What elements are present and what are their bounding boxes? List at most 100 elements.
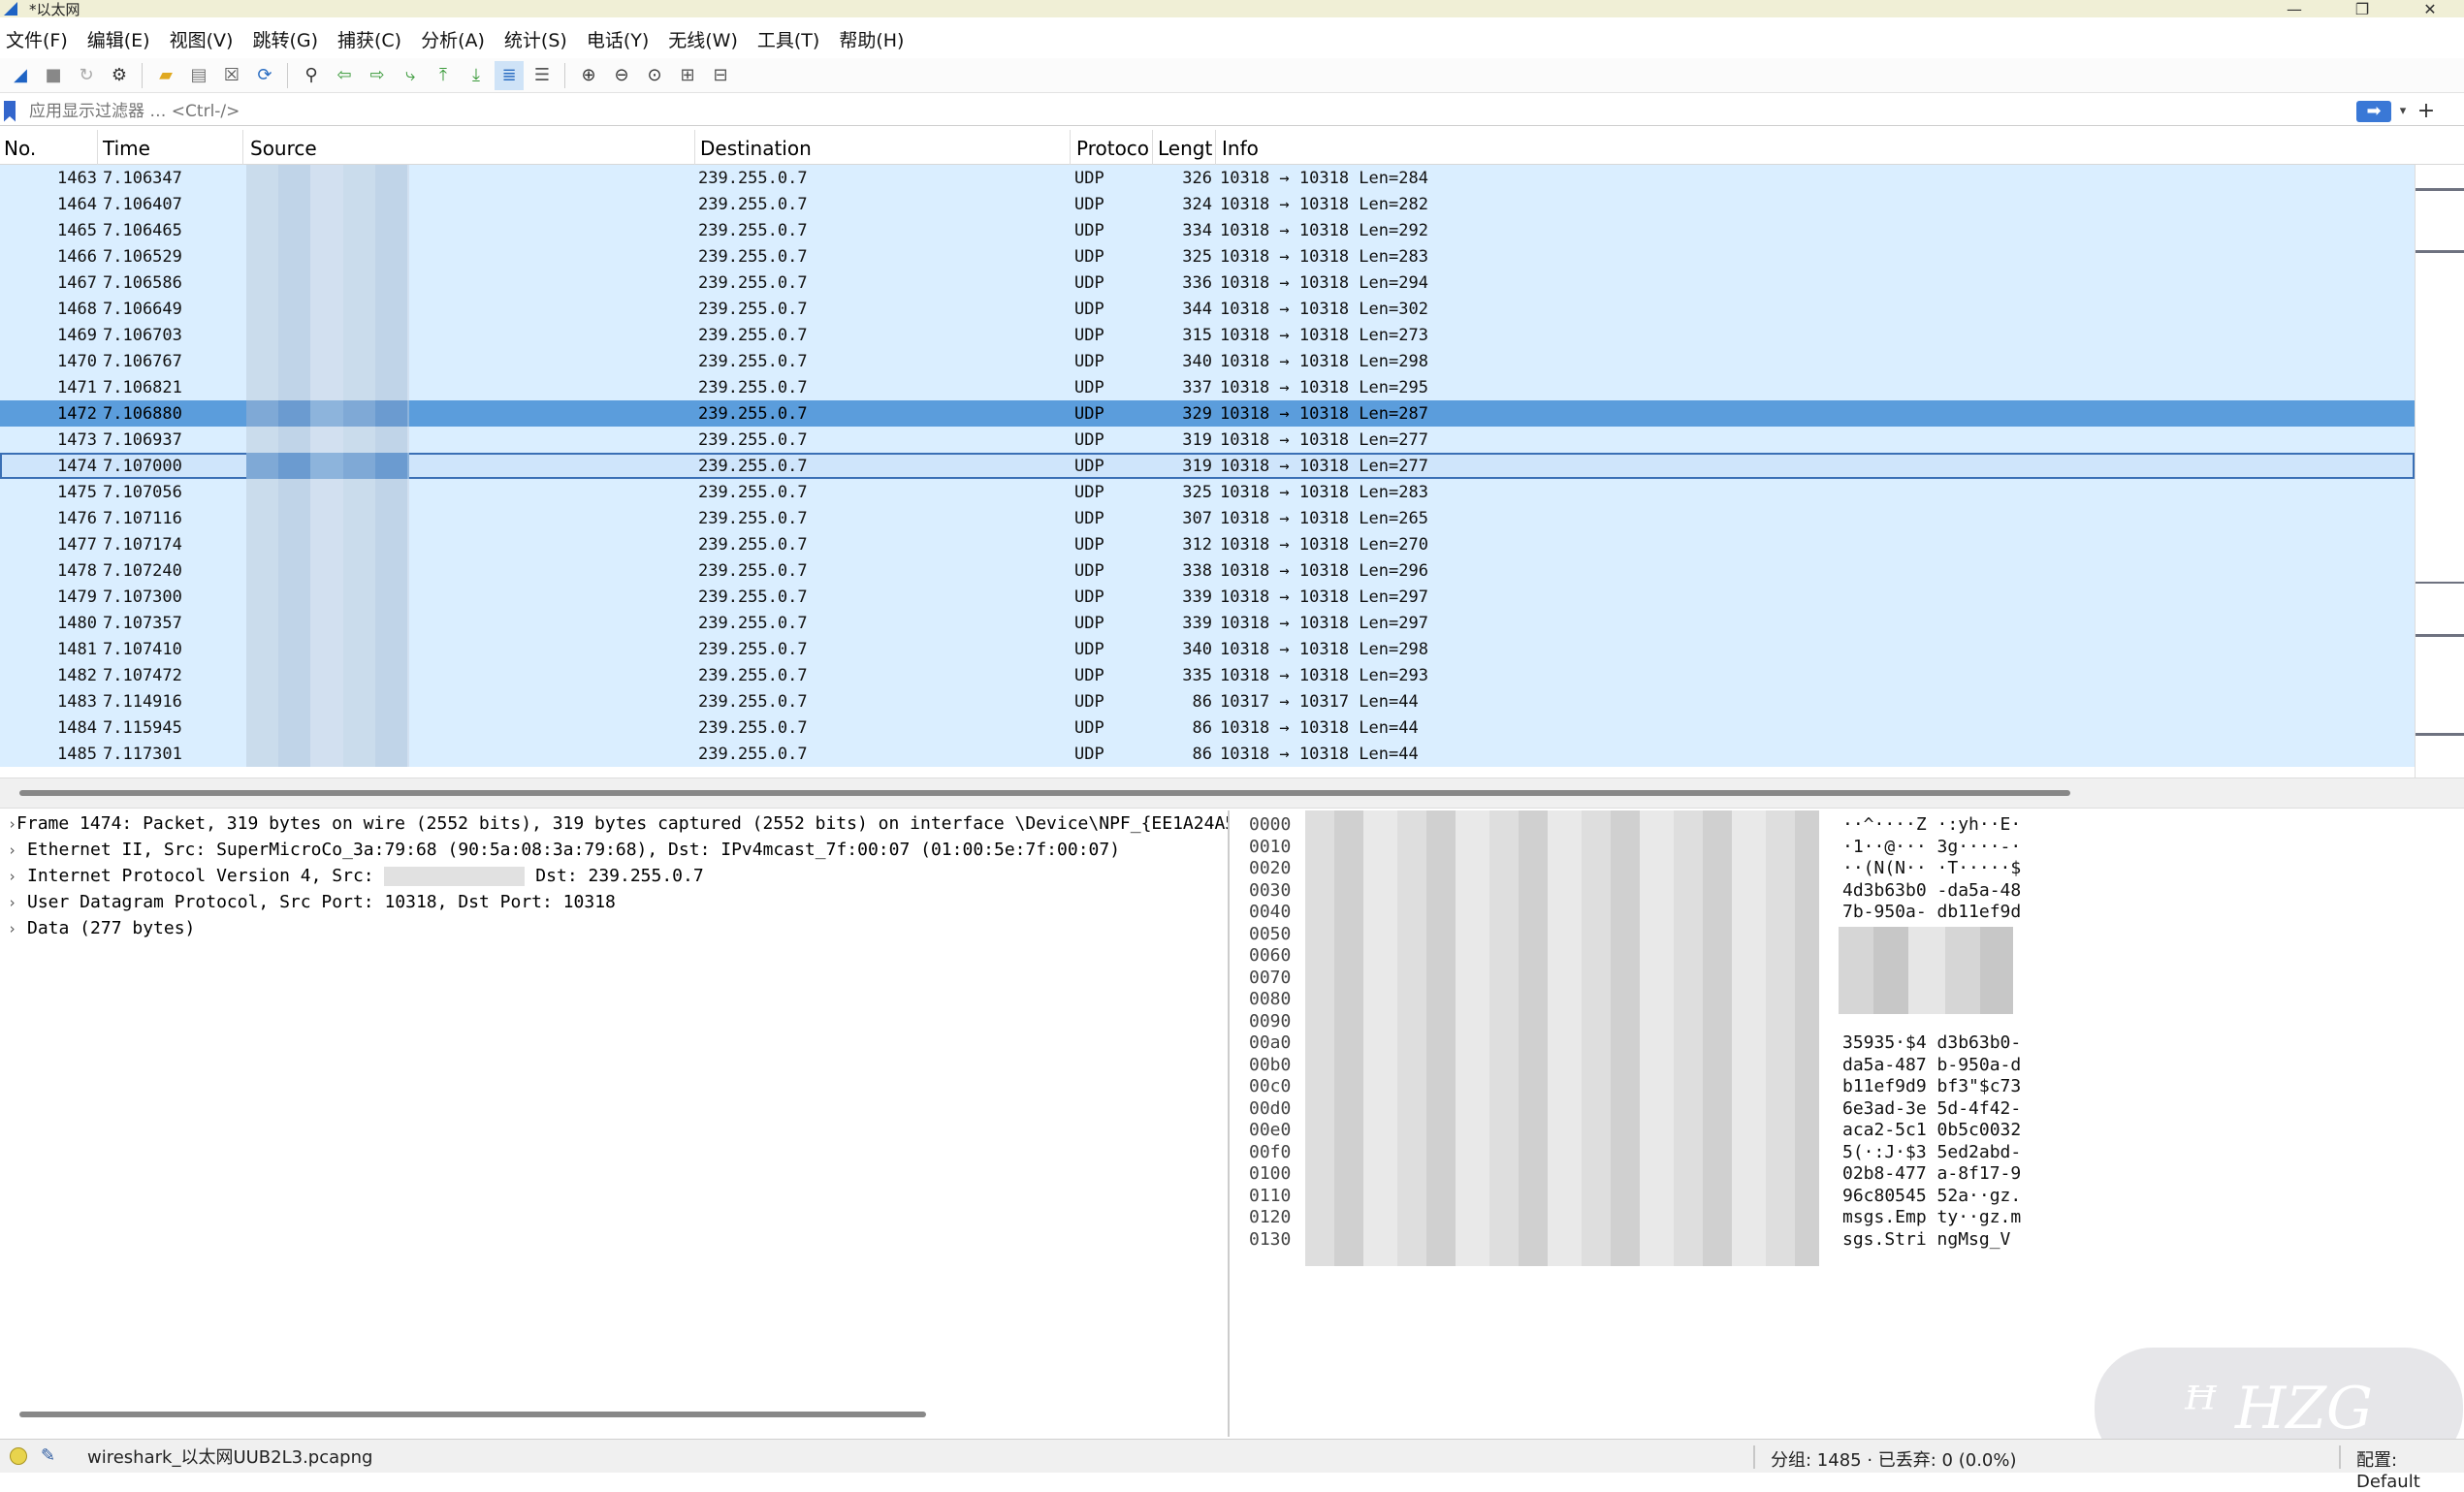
packet-info: 10318 → 10318 Len=296 <box>1220 561 1428 581</box>
redacted-source-address <box>246 191 409 217</box>
expand-arrow-icon[interactable]: › <box>8 868 27 885</box>
column-header-time[interactable]: Time <box>103 137 150 160</box>
add-filter-button[interactable]: + <box>2415 99 2438 124</box>
menu-item[interactable]: 编辑(E) <box>87 26 150 52</box>
packet-length: 344 <box>1182 300 1212 319</box>
packet-row[interactable]: 1474 7.107000 239.255.0.7 UDP 319 10318 → 103… <box>0 453 2415 479</box>
apply-filter-button[interactable]: ➡ <box>2356 100 2391 122</box>
menu-item[interactable]: 文件(F) <box>6 26 68 52</box>
tree-item-udp[interactable]: › User Datagram Protocol, Src Port: 10318… <box>0 889 1228 915</box>
zoom-out-icon[interactable]: ⊖ <box>607 61 636 90</box>
menu-item[interactable]: 捕获(C) <box>337 26 401 52</box>
go-forward-icon[interactable]: ⇨ <box>363 61 392 90</box>
packet-destination: 239.255.0.7 <box>698 195 808 214</box>
colorize-icon[interactable]: ☰ <box>528 61 557 90</box>
go-to-packet-icon[interactable]: ⤷ <box>396 61 425 90</box>
go-back-icon[interactable]: ⇦ <box>330 61 359 90</box>
packet-length: 86 <box>1192 692 1212 712</box>
column-header-destination[interactable]: Destination <box>700 137 812 160</box>
expand-arrow-icon[interactable]: › <box>8 920 27 937</box>
packet-row[interactable]: 1476 7.107116 239.255.0.7 UDP 307 10318 → 103… <box>0 505 2415 531</box>
tree-item-ethernet[interactable]: › Ethernet II, Src: SuperMicroCo_3a:79:68… <box>0 837 1228 863</box>
tree-item-data[interactable]: › Data (277 bytes) <box>0 915 1228 941</box>
column-header-length[interactable]: Lengt <box>1158 137 1212 160</box>
restore-button[interactable]: ❐ <box>2328 0 2396 18</box>
tree-item-frame[interactable]: › Frame 1474: Packet, 319 bytes on wire (… <box>0 810 1228 837</box>
minimize-button[interactable]: — <box>2260 0 2328 18</box>
layout-icon[interactable]: ⊟ <box>706 61 735 90</box>
packet-row[interactable]: 1468 7.106649 239.255.0.7 UDP 344 10318 → 103… <box>0 296 2415 322</box>
expert-info-icon[interactable] <box>10 1447 27 1465</box>
packet-row[interactable]: 1471 7.106821 239.255.0.7 UDP 337 10318 → 103… <box>0 374 2415 400</box>
column-header-source[interactable]: Source <box>250 137 317 160</box>
first-packet-icon[interactable]: ⤒ <box>429 61 458 90</box>
packet-row[interactable]: 1481 7.107410 239.255.0.7 UDP 340 10318 → 103… <box>0 636 2415 662</box>
packet-minimap[interactable] <box>2415 165 2464 778</box>
menu-item[interactable]: 统计(S) <box>504 26 567 52</box>
open-file-icon[interactable]: ▰ <box>151 61 180 90</box>
packet-row[interactable]: 1484 7.115945 239.255.0.7 UDP 86 10318 → 1031… <box>0 714 2415 741</box>
packet-row[interactable]: 1479 7.107300 239.255.0.7 UDP 339 10318 → 103… <box>0 584 2415 610</box>
start-capture-icon[interactable]: ◢ <box>6 61 35 90</box>
profile-status[interactable]: 配置: Default <box>2356 1446 2464 1492</box>
menu-item[interactable]: 跳转(G) <box>252 26 318 52</box>
column-header-protocol[interactable]: Protoco <box>1076 137 1149 160</box>
menu-item[interactable]: 分析(A) <box>421 26 485 52</box>
details-horizontal-scrollbar[interactable] <box>19 1412 926 1417</box>
menu-item[interactable]: 帮助(H) <box>839 26 904 52</box>
menu-item[interactable]: 电话(Y) <box>587 26 649 52</box>
column-header-no[interactable]: No. <box>4 137 36 160</box>
packet-row[interactable]: 1477 7.107174 239.255.0.7 UDP 312 10318 → 103… <box>0 531 2415 557</box>
expand-arrow-icon[interactable]: › <box>8 894 27 911</box>
packet-row[interactable]: 1475 7.107056 239.255.0.7 UDP 325 10318 → 103… <box>0 479 2415 505</box>
packet-row[interactable]: 1483 7.114916 239.255.0.7 UDP 86 10317 → 1031… <box>0 688 2415 714</box>
packet-row[interactable]: 1470 7.106767 239.255.0.7 UDP 340 10318 → 103… <box>0 348 2415 374</box>
menu-item[interactable]: 视图(V) <box>170 26 234 52</box>
packet-row[interactable]: 1467 7.106586 239.255.0.7 UDP 336 10318 → 103… <box>0 270 2415 296</box>
pane-splitter[interactable] <box>0 778 2464 809</box>
zoom-normal-icon[interactable]: ⊙ <box>640 61 669 90</box>
packet-row[interactable]: 1485 7.117301 239.255.0.7 UDP 86 10318 → 1031… <box>0 741 2415 767</box>
packet-row[interactable]: 1472 7.106880 239.255.0.7 UDP 329 10318 → 103… <box>0 400 2415 427</box>
restart-capture-icon[interactable]: ↻ <box>72 61 101 90</box>
zoom-in-icon[interactable]: ⊕ <box>574 61 603 90</box>
expand-arrow-icon[interactable]: › <box>8 841 27 859</box>
last-packet-icon[interactable]: ⤓ <box>462 61 491 90</box>
packet-row[interactable]: 1473 7.106937 239.255.0.7 UDP 319 10318 → 103… <box>0 427 2415 453</box>
stop-capture-icon[interactable]: ■ <box>39 61 68 90</box>
column-header-info[interactable]: Info <box>1222 137 1259 160</box>
packet-list-horizontal-scrollbar[interactable] <box>19 790 2070 796</box>
save-file-icon[interactable]: ▤ <box>184 61 213 90</box>
find-packet-icon[interactable]: ⚲ <box>297 61 326 90</box>
packet-row[interactable]: 1464 7.106407 239.255.0.7 UDP 324 10318 → 103… <box>0 191 2415 217</box>
autoscroll-icon[interactable]: ≣ <box>495 60 524 90</box>
packet-row[interactable]: 1478 7.107240 239.255.0.7 UDP 338 10318 → 103… <box>0 557 2415 584</box>
packet-destination: 239.255.0.7 <box>698 666 808 685</box>
close-button[interactable]: ✕ <box>2396 0 2464 18</box>
packet-length: 339 <box>1182 587 1212 607</box>
expand-arrow-icon[interactable]: › <box>8 815 16 833</box>
tree-item-ipv4[interactable]: › Internet Protocol Version 4, Src: Dst: … <box>0 863 1228 889</box>
packet-row[interactable]: 1480 7.107357 239.255.0.7 UDP 339 10318 → 103… <box>0 610 2415 636</box>
reload-file-icon[interactable]: ⟳ <box>250 61 279 90</box>
menu-item[interactable]: 工具(T) <box>757 26 819 52</box>
packet-row[interactable]: 1466 7.106529 239.255.0.7 UDP 325 10318 → 103… <box>0 243 2415 270</box>
capture-options-icon[interactable]: ⚙ <box>105 61 134 90</box>
packet-info: 10318 → 10318 Len=292 <box>1220 221 1428 240</box>
byte-offset: 0080 <box>1249 989 1292 1009</box>
packet-destination: 239.255.0.7 <box>698 483 808 502</box>
packet-row[interactable]: 1469 7.106703 239.255.0.7 UDP 315 10318 → 103… <box>0 322 2415 348</box>
packet-row[interactable]: 1482 7.107472 239.255.0.7 UDP 335 10318 → 103… <box>0 662 2415 688</box>
filter-bookmark-icon[interactable] <box>4 100 16 122</box>
byte-offset: 0050 <box>1249 923 1292 944</box>
packet-row[interactable]: 1463 7.106347 239.255.0.7 UDP 326 10318 → 103… <box>0 165 2415 191</box>
menu-item[interactable]: 无线(W) <box>668 26 738 52</box>
resize-columns-icon[interactable]: ⊞ <box>673 61 702 90</box>
close-file-icon[interactable]: ☒ <box>217 61 246 90</box>
capture-comment-icon[interactable]: ✎ <box>41 1445 62 1467</box>
filter-history-dropdown-icon[interactable]: ▾ <box>2391 99 2415 124</box>
display-filter-input[interactable] <box>16 98 2352 124</box>
packet-destination: 239.255.0.7 <box>698 404 808 424</box>
packet-destination: 239.255.0.7 <box>698 535 808 555</box>
packet-row[interactable]: 1465 7.106465 239.255.0.7 UDP 334 10318 → 103… <box>0 217 2415 243</box>
